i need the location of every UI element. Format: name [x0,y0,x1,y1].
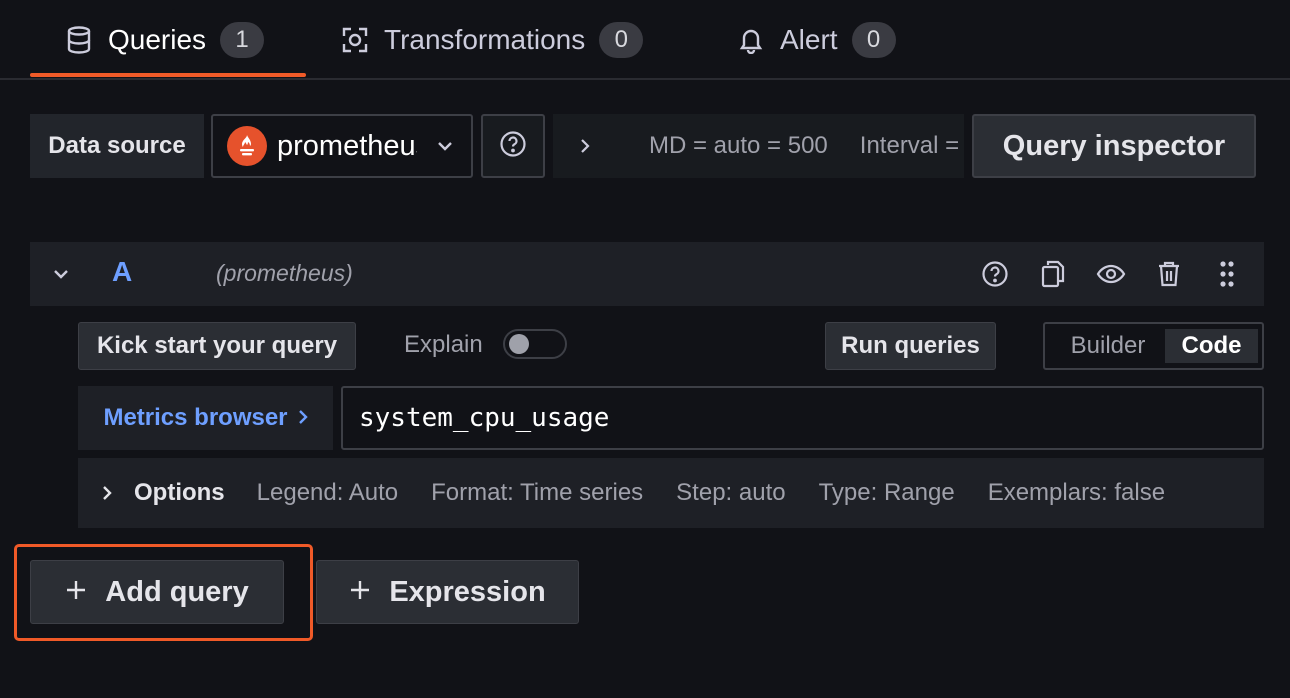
plus-icon [349,576,371,609]
trash-icon[interactable] [1154,258,1184,290]
mode-code-option[interactable]: Code [1165,329,1258,363]
mode-builder-option[interactable]: Builder [1051,329,1165,363]
datasource-name: prometheus [277,129,417,162]
datasource-label: Data source [30,114,204,178]
help-icon [499,130,527,163]
legend-option: Legend: Auto [256,479,399,506]
drag-handle-icon[interactable] [1212,258,1242,290]
duplicate-icon[interactable] [1038,258,1068,290]
type-option: Type: Range [818,479,955,506]
eye-icon[interactable] [1096,258,1126,290]
tab-transformations-count: 0 [599,22,644,58]
add-expression-button[interactable]: Expression [316,560,579,624]
prometheus-logo-icon [227,126,267,166]
tab-transformations[interactable]: Transformations 0 [340,0,644,80]
help-icon[interactable] [980,258,1010,290]
query-options-toggle[interactable]: MD = auto = 500 Interval = 15s [553,114,964,178]
plus-icon [65,576,87,609]
transform-icon [340,25,370,55]
datasource-picker[interactable]: prometheus [211,114,473,178]
explain-toggle[interactable] [503,329,567,359]
editor-mode-switch: Builder Code [1043,322,1264,370]
chevron-right-icon [102,485,112,501]
query-tab-bar: Queries 1 Transformations 0 Alert 0 [0,0,1290,80]
query-row-header: A (prometheus) [30,242,1264,306]
chevron-right-icon [553,138,617,154]
step-option: Step: auto [676,479,786,506]
interval-option: Interval = 15s [859,132,964,159]
chevron-down-icon[interactable] [52,262,70,291]
bell-icon [736,25,766,55]
metrics-browser-button[interactable]: Metrics browser [78,386,333,450]
database-icon [64,25,94,55]
query-inspector-button[interactable]: Query inspector [972,114,1256,178]
query-datasource-name: (prometheus) [216,260,353,286]
tab-queries-count: 1 [220,22,265,58]
tab-alert[interactable]: Alert 0 [736,0,896,80]
expression-label: Expression [389,575,546,608]
format-option: Format: Time series [431,479,644,506]
exemplars-option: Exemplars: false [987,479,1166,506]
query-ref-id[interactable]: A [112,256,132,288]
datasource-help-button[interactable] [481,114,545,178]
tab-queries-label: Queries [108,24,207,55]
metrics-browser-label: Metrics browser [103,404,288,431]
query-expression-input[interactable]: system_cpu_usage [341,386,1264,450]
tab-queries[interactable]: Queries 1 [64,0,265,80]
tab-alert-count: 0 [851,22,896,58]
add-query-button[interactable]: Add query [30,560,284,624]
chevron-right-icon [298,404,308,432]
max-data-points-option: MD = auto = 500 [649,132,828,159]
query-row-actions [980,258,1242,290]
options-label: Options [134,479,225,506]
tab-alert-label: Alert [780,24,838,55]
add-query-label: Add query [105,575,249,608]
run-queries-button[interactable]: Run queries [825,322,996,370]
chevron-down-icon [437,141,453,151]
active-tab-indicator [30,73,306,77]
kick-start-query-button[interactable]: Kick start your query [78,322,356,370]
query-options-row[interactable]: Options Legend: Auto Format: Time series… [78,458,1264,528]
toggle-knob [509,334,529,354]
tab-transformations-label: Transformations [384,24,586,55]
explain-label: Explain [404,331,483,358]
